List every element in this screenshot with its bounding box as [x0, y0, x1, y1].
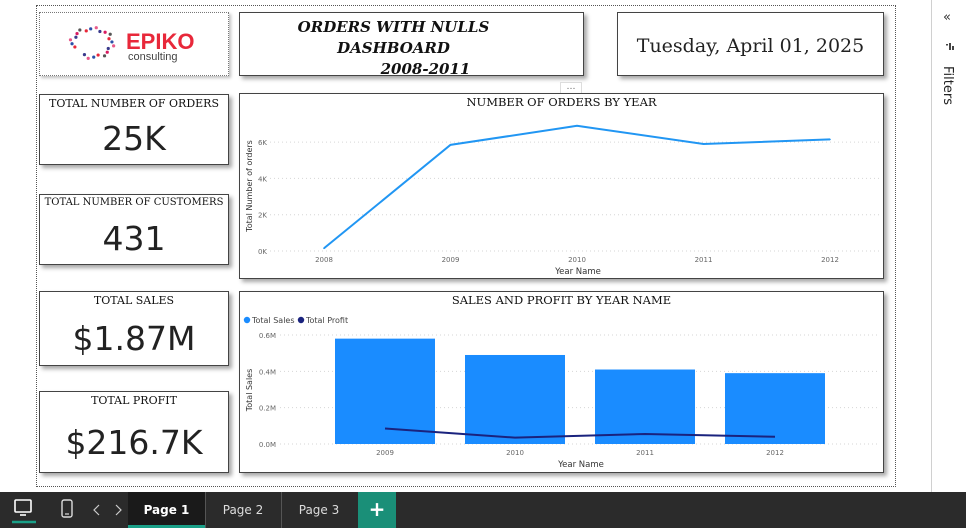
orders-series-line [323, 124, 831, 250]
logo-dot [110, 40, 114, 44]
page-tab-bar: Page 1 Page 2 Page 3 + [0, 492, 966, 528]
y-tick-label: 0.2M [259, 405, 276, 413]
epiko-logo: EPIKO consulting [68, 26, 194, 63]
x-tick-label: 2011 [636, 449, 654, 457]
sales-bar-chart-svg: 0.0M 0.2M 0.4M 0.6M Total Sales Total Profit 2… [243, 316, 880, 470]
sales-bar [465, 354, 565, 444]
dashboard-title: ORDERS WITH NULLS DASHBOARD 2008-2011 [240, 17, 583, 80]
legend-label-sales: Total Sales [251, 316, 295, 325]
logo-dot [112, 44, 116, 48]
profit-series-line [384, 427, 776, 439]
x-axis-label: Year Name [557, 460, 604, 470]
x-tick-label: 2009 [376, 449, 394, 457]
kpi-card-orders[interactable]: TOTAL NUMBER OF ORDERS 25K [39, 94, 229, 165]
logo-dot [106, 46, 110, 51]
report-canvas: EPIKO consulting ORDERS WITH NULLS DASHB… [0, 0, 930, 492]
logo-dot [105, 50, 109, 54]
x-tick-label: 2011 [695, 256, 713, 264]
kpi-card-sales[interactable]: TOTAL SALES $1.87M [39, 291, 229, 366]
caret-left-icon[interactable] [92, 504, 102, 516]
kpi-value: 431 [102, 219, 166, 258]
report-window: EPIKO consulting ORDERS WITH NULLS DASHB… [0, 0, 966, 528]
y-axis-label: Total Sales [245, 369, 254, 413]
y-tick-label: 0.6M [259, 332, 276, 340]
date-tile[interactable]: Tuesday, April 01, 2025 [617, 12, 884, 76]
x-tick-label: 2010 [568, 256, 586, 264]
kpi-label: TOTAL PROFIT [91, 394, 177, 407]
y-tick-label: 0.0M [259, 441, 276, 449]
logo-dot [82, 53, 87, 57]
x-tick-label: 2008 [315, 256, 333, 264]
y-tick-label: 0.4M [259, 368, 276, 376]
tab-page-2[interactable]: Page 2 [206, 492, 280, 528]
logo-dot [73, 45, 77, 49]
title-line-2: 2008-2011 [380, 60, 471, 78]
logo-dot [102, 54, 107, 58]
logo-dot [98, 29, 102, 34]
funnel-icon [946, 43, 954, 50]
orders-data-point [702, 143, 705, 145]
orders-line-chart-svg: 0K 2K 4K 6K 2008 2009 2010 2011 2012 Year Name Tot… [245, 124, 880, 277]
filters-label[interactable]: Filters [940, 66, 955, 105]
double-chevron-left-icon[interactable]: « [943, 10, 951, 25]
y-tick-label: 2K [258, 212, 267, 220]
logo-dot [68, 38, 73, 42]
logo-dot [108, 32, 112, 36]
add-page-button[interactable]: + [358, 492, 396, 528]
logo-dot [75, 31, 79, 36]
desktop-icon[interactable] [10, 495, 38, 525]
kpi-value: $216.7K [65, 423, 203, 462]
orders-data-point [829, 138, 831, 141]
x-tick-label: 2010 [506, 449, 524, 457]
kpi-label: TOTAL NUMBER OF ORDERS [48, 97, 219, 110]
logo-dot [94, 26, 98, 30]
logo-dot [70, 42, 74, 46]
caret-right-icon[interactable] [113, 504, 123, 516]
filters-pane[interactable]: « Filters [931, 0, 966, 492]
orders-data-point [576, 125, 578, 127]
y-tick-label: 0K [258, 248, 267, 256]
logo-dot [74, 35, 78, 39]
kpi-label: TOTAL NUMBER OF CUSTOMERS [44, 197, 224, 208]
y-tick-label: 4K [258, 175, 267, 183]
sales-bar [725, 373, 825, 444]
x-tick-label: 2012 [766, 449, 784, 457]
legend-label-profit: Total Profit [305, 316, 348, 325]
logo-sub-text: consulting [128, 51, 178, 63]
kpi-value: 25K [102, 119, 166, 158]
logo-dot [78, 28, 82, 32]
logo-dot [89, 27, 93, 31]
orders-by-year-chart[interactable]: NUMBER OF ORDERS BY YEAR 0K 2K 4K 6K 2008 200… [239, 93, 884, 279]
kpi-card-profit[interactable]: TOTAL PROFIT $216.7K [39, 391, 229, 473]
x-axis-label: Year Name [554, 267, 601, 277]
y-axis-label: Total Number of orders [245, 140, 254, 233]
logo-dot [103, 30, 107, 34]
report-date: Tuesday, April 01, 2025 [636, 35, 865, 57]
sales-bar [595, 369, 695, 444]
tab-page-1[interactable]: Page 1 [128, 492, 205, 528]
title-line-1: ORDERS WITH NULLS DASHBOARD [297, 18, 490, 57]
logo-tile[interactable]: EPIKO consulting [39, 12, 229, 76]
logo-dot [86, 56, 90, 60]
logo-dot [84, 29, 88, 33]
logo-dot [107, 37, 111, 41]
logo-dot [92, 55, 96, 59]
legend-marker-profit [297, 316, 305, 324]
sales-profit-by-year-chart[interactable]: SALES AND PROFIT BY YEAR NAME 0.0M 0.2M 0.… [239, 291, 884, 473]
kpi-card-customers[interactable]: TOTAL NUMBER OF CUSTOMERS 431 [39, 194, 229, 265]
orders-data-point [323, 247, 325, 250]
tab-page-3[interactable]: Page 3 [282, 492, 356, 528]
sales-bar [335, 338, 435, 444]
x-tick-label: 2009 [442, 256, 460, 264]
x-tick-label: 2012 [821, 256, 839, 264]
kpi-label: TOTAL SALES [93, 294, 175, 307]
mobile-icon[interactable] [60, 499, 74, 519]
dashboard-title-tile[interactable]: ORDERS WITH NULLS DASHBOARD 2008-2011 [239, 12, 584, 78]
legend-marker-sales [243, 316, 251, 324]
orders-data-point [449, 144, 452, 146]
y-tick-label: 6K [258, 139, 267, 147]
kpi-value: $1.87M [72, 319, 196, 358]
logo-dot [96, 53, 100, 57]
